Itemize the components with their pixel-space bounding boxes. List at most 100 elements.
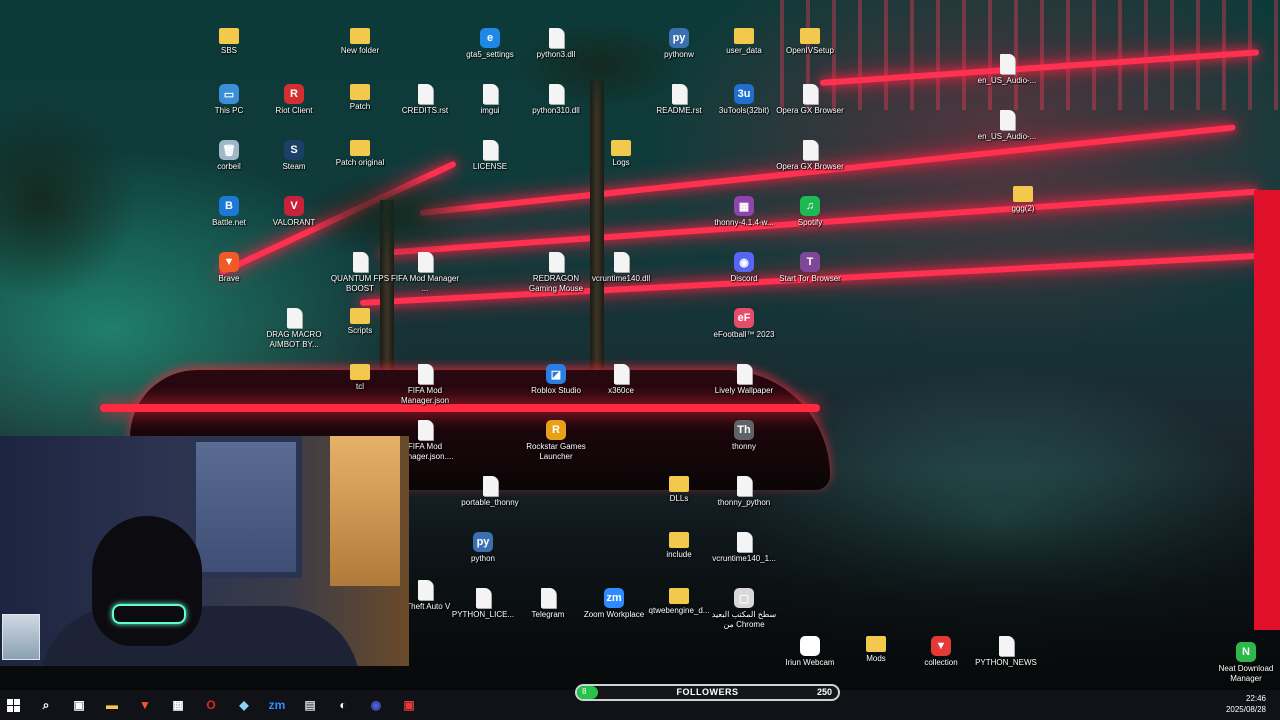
- desktop-icon[interactable]: ▦ thonny-4.1.4-w...: [708, 196, 780, 228]
- app-window-icon[interactable]: ▤: [300, 695, 320, 715]
- desktop-icon[interactable]: Mods: [840, 636, 912, 664]
- desktop-icon[interactable]: portable_thonny: [454, 476, 526, 508]
- desktop-icon[interactable]: ▼ Brave: [193, 252, 265, 284]
- desktop-icon[interactable]: R Riot Client: [258, 84, 330, 116]
- desktop-icon[interactable]: DRAG MACRO AIMBOT BY...: [258, 308, 330, 350]
- desktop-icon[interactable]: eF eFootball™ 2023: [708, 308, 780, 340]
- desktop-icon[interactable]: FIFA Mod Manager ...: [389, 252, 461, 294]
- desktop-icon[interactable]: PYTHON_NEWS: [970, 636, 1042, 668]
- folder-icon: [350, 308, 370, 324]
- desktop-icon[interactable]: vcruntime140_1...: [708, 532, 780, 564]
- desktop-icon[interactable]: README.rst: [643, 84, 715, 116]
- desktop-icon[interactable]: FIFA Mod Manager.json: [389, 364, 461, 406]
- app-icon: Th: [734, 420, 754, 440]
- app-icon: R: [284, 84, 304, 104]
- file-icon: [417, 420, 433, 440]
- desktop-icon[interactable]: ♫ Spotify: [774, 196, 846, 228]
- desktop-icon[interactable]: qtwebengine_d...: [643, 588, 715, 616]
- desktop-icon[interactable]: Opera GX Browser: [774, 140, 846, 172]
- desktop-icon-label: python310.dll: [532, 106, 580, 115]
- desktop-icon[interactable]: Opera GX Browser: [774, 84, 846, 116]
- desktop-icon[interactable]: Patch original: [324, 140, 396, 168]
- desktop-icon[interactable]: Lively Wallpaper: [708, 364, 780, 396]
- red-app-icon-glyph: ▣: [403, 698, 415, 712]
- desktop-icon[interactable]: py python: [447, 532, 519, 564]
- desktop-icon[interactable]: tcl: [324, 364, 396, 392]
- chrome-remote-icon-glyph: ◉: [370, 698, 382, 712]
- steam-taskbar-icon[interactable]: ◐: [333, 695, 353, 715]
- file-icon: [802, 140, 818, 160]
- desktop-icon[interactable]: thonny_python: [708, 476, 780, 508]
- desktop-icon[interactable]: ▭ This PC: [193, 84, 265, 116]
- desktop-icon[interactable]: imgui: [454, 84, 526, 116]
- desktop-icon[interactable]: S Steam: [258, 140, 330, 172]
- desktop-icon[interactable]: x360ce: [585, 364, 657, 396]
- app-icon: zm: [604, 588, 624, 608]
- desktop-icon[interactable]: zm Zoom Workplace: [578, 588, 650, 620]
- webcam-window: [190, 436, 302, 578]
- start-icon[interactable]: [3, 695, 23, 715]
- app-icon: ♫: [800, 196, 820, 216]
- desktop-icon[interactable]: B Battle.net: [193, 196, 265, 228]
- brave-icon[interactable]: ▼: [135, 695, 155, 715]
- desktop-icon-label: LICENSE: [472, 162, 508, 171]
- desktop-icon[interactable]: include: [643, 532, 715, 560]
- desktop-icon[interactable]: 🗑 corbeil: [193, 140, 265, 172]
- desktop-icon[interactable]: SBS: [193, 28, 265, 56]
- webcam-door-light: [330, 436, 400, 586]
- desktop-icon[interactable]: py pythonw: [643, 28, 715, 60]
- desktop-icon[interactable]: user_data: [708, 28, 780, 56]
- desktop-icon[interactable]: ▼ collection: [905, 636, 977, 668]
- desktop-icon-label: thonny_python: [717, 498, 771, 507]
- desktop-icon[interactable]: New folder: [324, 28, 396, 56]
- desktop-icon[interactable]: python3.dll: [520, 28, 592, 60]
- app-icon: 🗑: [219, 140, 239, 160]
- desktop-icon[interactable]: PYTHON_LICE...: [447, 588, 519, 620]
- desktop-icon[interactable]: Scripts: [324, 308, 396, 336]
- desktop-icon[interactable]: en_US_Audio-...: [971, 110, 1043, 142]
- desktop-icon-label: Patch original: [335, 158, 385, 167]
- desktop-icon[interactable]: Patch: [324, 84, 396, 112]
- clock-time: 22:46: [1245, 694, 1266, 703]
- desktop-icon[interactable]: OpenIVSetup: [774, 28, 846, 56]
- store-icon[interactable]: ▦: [168, 695, 188, 715]
- desktop-icon[interactable]: ggg(2): [987, 186, 1059, 214]
- zoom-taskbar-icon[interactable]: zm: [267, 695, 287, 715]
- chrome-remote-icon[interactable]: ◉: [366, 695, 386, 715]
- red-app-icon[interactable]: ▣: [399, 695, 419, 715]
- desktop-icon[interactable]: e gta5_settings: [454, 28, 526, 60]
- desktop-icon-label: New folder: [340, 46, 380, 55]
- desktop-icon[interactable]: T Start Tor Browser: [774, 252, 846, 284]
- desktop-icon[interactable]: R Rockstar Games Launcher: [520, 420, 592, 462]
- opera-icon[interactable]: O: [201, 695, 221, 715]
- desktop-icon[interactable]: en_US_Audio-...: [971, 54, 1043, 86]
- desktop-icon[interactable]: DLLs: [643, 476, 715, 504]
- desktop-icon[interactable]: ◎ Iriun Webcam: [774, 636, 846, 668]
- clock-date: 2025/08/28: [1225, 705, 1266, 714]
- desktop-icon[interactable]: V VALORANT: [258, 196, 330, 228]
- thonny-taskbar-icon[interactable]: ◆: [234, 695, 254, 715]
- system-clock[interactable]: 22:46 2025/08/28: [1226, 693, 1266, 715]
- desktop-icon[interactable]: ◉ Discord: [708, 252, 780, 284]
- file-icon: [999, 54, 1015, 74]
- task-view-icon[interactable]: ▣: [69, 695, 89, 715]
- desktop-icon[interactable]: vcruntime140.dll: [585, 252, 657, 284]
- folder-icon: [219, 28, 239, 44]
- desktop-icon[interactable]: Logs: [585, 140, 657, 168]
- desktop-icon[interactable]: REDRAGON Gaming Mouse: [520, 252, 592, 294]
- desktop-icon[interactable]: python310.dll: [520, 84, 592, 116]
- desktop-icon[interactable]: CREDITS.rst: [389, 84, 461, 116]
- desktop-icon-label: Battle.net: [212, 218, 246, 227]
- desktop-icon[interactable]: 3u 3uTools(32bit): [708, 84, 780, 116]
- desktop-icon[interactable]: Th thonny: [708, 420, 780, 452]
- search-icon[interactable]: ⌕: [36, 695, 56, 715]
- desktop-icon[interactable]: N Neat Download Manager: [1210, 642, 1280, 684]
- desktop-icon[interactable]: ▢ سطح المكتب البعيد من Chrome: [708, 588, 780, 630]
- file-explorer-icon[interactable]: ▬: [102, 695, 122, 715]
- desktop-icon[interactable]: QUANTUM FPS BOOST: [324, 252, 396, 294]
- desktop-icon[interactable]: ◪ Roblox Studio: [520, 364, 592, 396]
- search-icon-glyph: ⌕: [42, 697, 50, 712]
- desktop-icon[interactable]: Telegram: [512, 588, 584, 620]
- desktop-icon-label: FIFA Mod Manager ...: [390, 274, 460, 293]
- desktop-icon[interactable]: LICENSE: [454, 140, 526, 172]
